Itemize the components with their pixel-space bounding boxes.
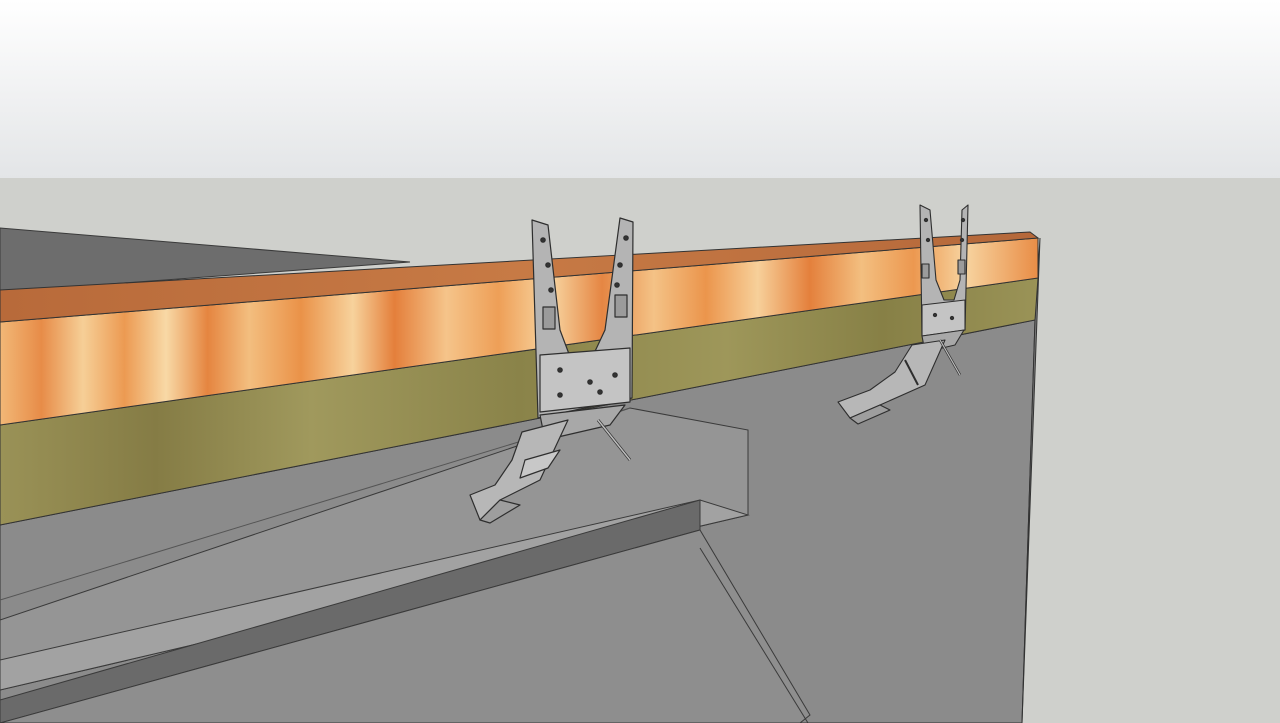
3d-viewport[interactable] <box>0 0 1280 723</box>
3d-model-scene[interactable] <box>0 0 1280 723</box>
sky <box>0 0 1280 178</box>
